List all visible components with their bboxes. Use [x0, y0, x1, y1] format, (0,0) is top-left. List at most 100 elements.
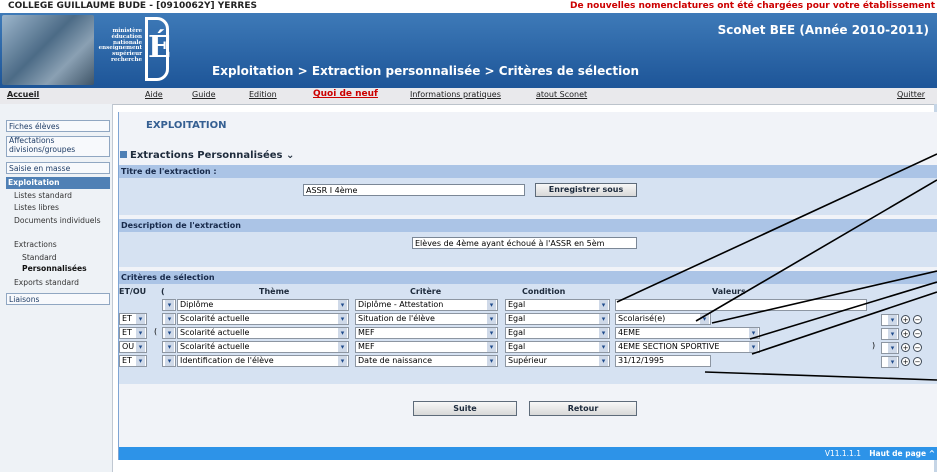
value-select[interactable]: Scolarisé(e): [615, 313, 711, 325]
add-row-icon[interactable]: +: [901, 343, 910, 352]
sidebar-item-listes-libres[interactable]: Listes libres: [6, 203, 110, 213]
theme-select[interactable]: Scolarité actuelle: [177, 313, 349, 325]
close-paren-select[interactable]: [881, 342, 899, 354]
sidebar-item-standard[interactable]: Standard: [6, 253, 110, 263]
nav-home-link[interactable]: Accueil: [7, 90, 39, 99]
criteria-row: ET Identification de l'élève Date de nai…: [119, 354, 937, 368]
close-paren-select[interactable]: [881, 328, 899, 340]
theme-select[interactable]: Scolarité actuelle: [177, 327, 349, 339]
extraction-description-input[interactable]: Elèves de 4ème ayant échoué à l'ASSR en …: [412, 237, 637, 249]
criteria-panel: ET/OU ( Thème Critère Condition Valeurs …: [119, 284, 937, 384]
theme-select[interactable]: Identification de l'élève: [177, 355, 349, 367]
value-select[interactable]: 4EME: [615, 327, 760, 339]
condition-select[interactable]: Egal: [505, 313, 610, 325]
nav-guide-link[interactable]: Guide: [192, 90, 216, 99]
back-to-top-link[interactable]: Haut de page ^: [869, 447, 935, 460]
title-panel: ASSR I 4ème Enregistrer sous: [119, 178, 937, 215]
sidebar-item-exports[interactable]: Exports standard: [6, 278, 110, 288]
sidebar-label: Documents individuels: [14, 216, 101, 225]
sidebar-item-liaisons[interactable]: Liaisons: [6, 293, 110, 305]
close-paren-mark: ): [872, 341, 876, 350]
header-paren: (: [161, 287, 165, 296]
ministry-line: recherche: [111, 56, 142, 63]
app-title: ScoNet BEE (Année 2010-2011): [717, 23, 929, 37]
value-input[interactable]: 31/12/1995: [615, 355, 711, 367]
criteria-row: ET Scolarité actuelle Situation de l'élè…: [119, 312, 937, 326]
header-valeurs: Valeurs: [712, 287, 746, 296]
sidebar-label: Extractions: [14, 240, 57, 249]
nav-quit-link[interactable]: Quitter: [897, 90, 925, 99]
open-paren-select[interactable]: [162, 327, 176, 339]
add-row-icon[interactable]: +: [901, 315, 910, 324]
etou-select[interactable]: ET: [119, 355, 147, 367]
top-navigation: Accueil Aide Guide Edition Quoi de neuf …: [0, 88, 937, 105]
school-name: COLLEGE GUILLAUME BUDE - [0910062Y] YERR…: [8, 1, 257, 11]
critere-select[interactable]: Date de naissance: [355, 355, 498, 367]
open-paren-select[interactable]: [162, 313, 176, 325]
sidebar-item-saisie[interactable]: Saisie en masse: [6, 162, 110, 174]
section-title-text: Extractions Personnalisées: [130, 150, 283, 161]
close-paren-select[interactable]: [881, 314, 899, 326]
section-icon: [120, 151, 127, 158]
header-theme: Thème: [259, 287, 290, 296]
ministry-logo-text: ministère éducation nationale enseigneme…: [96, 28, 142, 64]
sidebar-item-documents[interactable]: Documents individuels: [6, 216, 110, 226]
open-paren-select[interactable]: [162, 341, 176, 353]
theme-select[interactable]: Diplôme: [177, 299, 349, 311]
sidebar-item-exploitation[interactable]: Exploitation: [6, 177, 110, 189]
sidebar-item-personnalisees[interactable]: Personnalisées: [6, 264, 110, 274]
nav-help-link[interactable]: Aide: [145, 90, 163, 99]
extraction-title-input[interactable]: ASSR I 4ème: [303, 184, 525, 196]
sidebar-item-fiches[interactable]: Fiches élèves: [6, 120, 110, 132]
remove-row-icon[interactable]: −: [913, 343, 922, 352]
chevron-down-icon: ⌄: [285, 150, 295, 161]
add-row-icon[interactable]: +: [901, 357, 910, 366]
condition-select[interactable]: Supérieur: [505, 355, 610, 367]
description-bar: Description de l'extraction: [119, 219, 937, 232]
close-paren-select[interactable]: [881, 356, 899, 368]
breadcrumb: Exploitation > Extraction personnalisée …: [212, 64, 640, 78]
suite-button[interactable]: Suite: [413, 401, 517, 416]
header-etou: ET/OU: [119, 287, 147, 296]
section-title[interactable]: Extractions Personnalisées ⌄: [120, 150, 294, 161]
sidebar-item-extractions[interactable]: Extractions: [6, 240, 110, 250]
retour-button[interactable]: Retour: [529, 401, 637, 416]
nav-news-link[interactable]: Quoi de neuf: [313, 89, 378, 99]
criteria-row: Diplôme Diplôme - Attestation Egal: [119, 298, 937, 312]
etou-select[interactable]: OU: [119, 341, 147, 353]
critere-select[interactable]: Diplôme - Attestation: [355, 299, 498, 311]
value-input[interactable]: [615, 299, 867, 311]
nav-atout-link[interactable]: atout Sconet: [536, 90, 587, 99]
version-label: V11.1.1.1: [824, 449, 861, 458]
critere-select[interactable]: Situation de l'élève: [355, 313, 498, 325]
critere-select[interactable]: MEF: [355, 341, 498, 353]
etou-select[interactable]: ET: [119, 313, 147, 325]
ministry-logo: É: [145, 17, 171, 81]
save-as-button[interactable]: Enregistrer sous: [535, 183, 637, 197]
open-paren-select[interactable]: [162, 355, 176, 367]
description-panel: Elèves de 4ème ayant échoué à l'ASSR en …: [119, 232, 937, 267]
remove-row-icon[interactable]: −: [913, 329, 922, 338]
criteria-row: OU Scolarité actuelle MEF Egal 4EME SECT…: [119, 340, 937, 354]
value-select[interactable]: 4EME SECTION SPORTIVE: [615, 341, 760, 353]
page-title: EXPLOITATION: [146, 120, 227, 131]
remove-row-icon[interactable]: −: [913, 315, 922, 324]
condition-select[interactable]: Egal: [505, 299, 610, 311]
header-banner: ministère éducation nationale enseigneme…: [0, 13, 937, 88]
remove-row-icon[interactable]: −: [913, 357, 922, 366]
etou-select[interactable]: ET: [119, 327, 147, 339]
criteria-bar: Critères de sélection: [119, 271, 937, 284]
nav-info-link[interactable]: Informations pratiques: [410, 90, 501, 99]
nav-edition-link[interactable]: Edition: [249, 90, 277, 99]
open-paren-select[interactable]: [162, 299, 176, 311]
condition-select[interactable]: Egal: [505, 341, 610, 353]
theme-select[interactable]: Scolarité actuelle: [177, 341, 349, 353]
sidebar-label: Standard: [22, 253, 57, 262]
sidebar-item-affectations[interactable]: Affectations divisions/groupes: [6, 136, 110, 157]
add-row-icon[interactable]: +: [901, 329, 910, 338]
sidebar-item-listes-standard[interactable]: Listes standard: [6, 191, 110, 201]
critere-select[interactable]: MEF: [355, 327, 498, 339]
sidebar: Fiches élèves Affectations divisions/gro…: [0, 104, 113, 472]
sidebar-label: Listes standard: [14, 191, 72, 200]
condition-select[interactable]: Egal: [505, 327, 610, 339]
